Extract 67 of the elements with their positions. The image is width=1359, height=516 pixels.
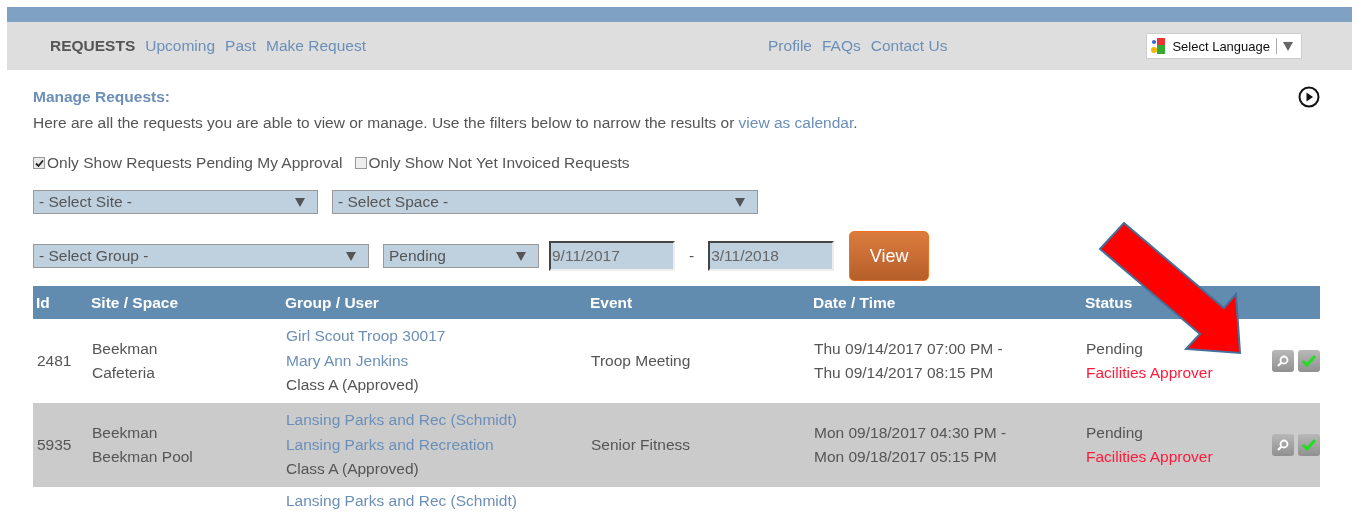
datetime-text: Mon 09/18/2017 05:15 PM <box>814 447 998 467</box>
space-select[interactable]: - Select Space - <box>332 190 758 214</box>
datetime-text: Thu 09/14/2017 08:15 PM <box>814 363 995 383</box>
event-text: Troop Meeting <box>591 351 691 369</box>
nav-link[interactable]: Past <box>225 37 257 55</box>
column-header: Group / User <box>282 286 587 319</box>
class-text: Class A (Approved) <box>286 459 420 480</box>
intro-text: Here are all the requests you are able to view or manage. Use the filters below to narrow the results or view as calendar. <box>33 114 859 132</box>
view-button[interactable]: View <box>849 231 930 281</box>
caret-icon <box>346 251 356 261</box>
group-link[interactable]: Lansing Parks and Rec (Schmidt) <box>286 411 517 429</box>
magnifier-icon <box>1276 438 1290 452</box>
site-text: Beekman Pool <box>92 447 194 467</box>
status-text: Pending <box>1086 338 1144 359</box>
approver-text: Facilities Approver <box>1086 447 1214 467</box>
calendar-link[interactable]: view as calendar <box>738 114 854 131</box>
group-link[interactable]: Mary Ann Jenkins <box>286 351 409 369</box>
column-header: Status <box>1082 286 1263 319</box>
magnifier-icon <box>1276 354 1290 368</box>
section-heading: Manage Requests: <box>33 88 170 106</box>
status-select[interactable]: Pending <box>383 244 539 268</box>
nav-link[interactable]: Contact Us <box>870 37 948 55</box>
event-text: Senior Fitness <box>591 435 691 453</box>
checkmark-icon <box>1301 438 1317 452</box>
datetime-text: Thu 09/14/2017 07:00 PM - <box>814 338 1004 359</box>
checkbox-option[interactable]: Only Show Not Yet Invoiced Requests <box>354 154 630 172</box>
caret-icon <box>735 197 745 207</box>
approver-text: Facilities Approver <box>1086 363 1214 383</box>
datetime-text: Mon 09/18/2017 04:30 PM - <box>814 422 1008 443</box>
group-link[interactable]: Girl Scout Troop 30017 <box>286 327 446 345</box>
nav-title: REQUESTS <box>50 37 136 55</box>
site-text: Cafeteria <box>92 363 156 383</box>
group-link[interactable]: Lansing Parks and Rec (Schmidt) <box>286 492 517 509</box>
caret-icon <box>295 197 305 207</box>
nav-link[interactable]: Upcoming <box>145 37 216 55</box>
site-select[interactable]: - Select Site - <box>33 190 318 214</box>
nav-link[interactable]: Profile <box>768 37 812 55</box>
date-separator: - <box>689 247 695 265</box>
caret-icon <box>516 251 526 261</box>
checkbox-option[interactable]: Only Show Requests Pending My Approval <box>33 154 343 172</box>
site-text: Beekman <box>92 422 159 443</box>
end-date-field[interactable]: 3/11/2018 <box>708 241 835 271</box>
status-text: Pending <box>1086 422 1144 443</box>
group-select[interactable]: - Select Group - <box>33 244 369 268</box>
start-date-field[interactable]: 9/11/2017 <box>549 241 675 271</box>
translate-logo-icon <box>1150 37 1167 55</box>
column-header: Site / Space <box>88 286 282 319</box>
approve-button[interactable] <box>1298 350 1320 372</box>
caret-icon <box>1283 41 1293 51</box>
class-text: Class A (Approved) <box>286 375 420 396</box>
column-header: Id <box>33 286 88 319</box>
approve-button[interactable] <box>1298 434 1320 456</box>
checkbox[interactable] <box>33 157 45 169</box>
request-id: 2481 <box>37 351 72 369</box>
column-header: Event <box>587 286 810 319</box>
request-id: 5935 <box>37 435 72 453</box>
nav-link[interactable]: FAQs <box>821 37 861 55</box>
checkmark-icon <box>1301 354 1317 368</box>
group-link[interactable]: Lansing Parks and Recreation <box>286 435 494 453</box>
search-button[interactable] <box>1272 434 1294 456</box>
play-icon[interactable] <box>1298 86 1320 108</box>
nav-link[interactable]: Make Request <box>266 37 366 55</box>
language-select[interactable]: Select Language <box>1146 33 1302 59</box>
search-button[interactable] <box>1272 350 1294 372</box>
checkbox[interactable] <box>354 157 367 169</box>
column-header: Date / Time <box>810 286 1082 319</box>
site-text: Beekman <box>92 338 159 359</box>
